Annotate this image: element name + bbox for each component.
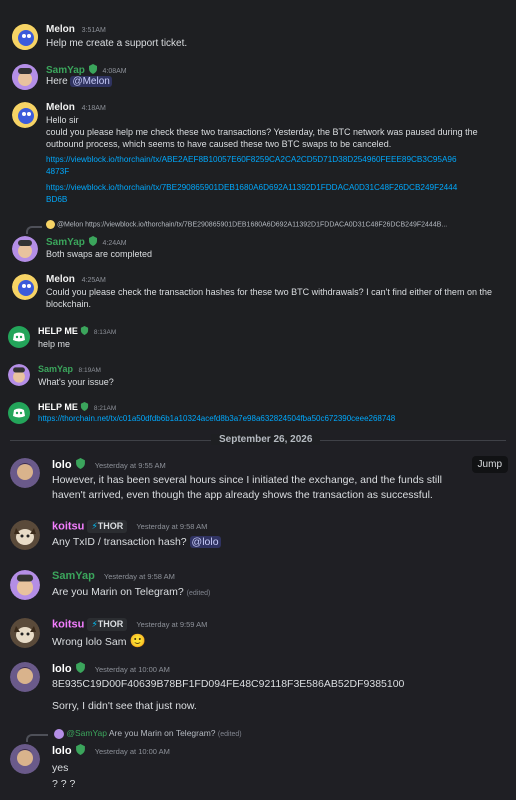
reply-text[interactable]: @Melon https://viewblock.io/thorchain/tx… xyxy=(57,221,447,228)
timestamp: Yesterday at 10:00 AM xyxy=(94,746,170,756)
username[interactable]: SamYap xyxy=(38,364,73,374)
message-text: What's your issue? xyxy=(38,377,114,387)
message-line: outbound process, which seems to have ca… xyxy=(46,139,392,149)
avatar-melon[interactable] xyxy=(12,274,38,300)
tx-link-1-part-1[interactable]: https://viewblock.io/thorchain/tx/ABE2AE… xyxy=(46,154,506,166)
avatar-helpme-discord-icon[interactable] xyxy=(8,402,30,424)
chat-panel-top: Melon 3:51AM Help me create a support ti… xyxy=(0,0,516,318)
reply-preview[interactable]: @SamYap Are you Marin on Telegram? (edit… xyxy=(54,728,242,739)
username[interactable]: SamYap xyxy=(46,65,85,76)
badge-label: THOR xyxy=(97,619,124,629)
slight-smile-emoji-icon: 🙂 xyxy=(129,633,146,648)
message-text: Any TxID / transaction hash? xyxy=(52,536,190,548)
reply-preview[interactable]: @Melon https://viewblock.io/thorchain/tx… xyxy=(46,220,447,229)
avatar-samyap[interactable] xyxy=(12,236,38,262)
verified-shield-icon xyxy=(80,326,89,337)
username[interactable]: Melon xyxy=(46,274,75,285)
username[interactable]: koitsu xyxy=(52,520,84,532)
username[interactable]: SamYap xyxy=(52,570,95,582)
avatar-koitsu[interactable] xyxy=(10,618,40,648)
username[interactable]: lolo xyxy=(52,663,72,675)
message-text: help me xyxy=(38,339,71,349)
username[interactable]: koitsu xyxy=(52,618,84,630)
message-line: yes xyxy=(52,762,69,774)
timestamp: Yesterday at 9:55 AM xyxy=(94,460,166,470)
mention-lolo[interactable]: @lolo xyxy=(189,536,221,548)
message-text: Help me create a support ticket. xyxy=(46,38,188,49)
thor-role-badge: ⚡THOR xyxy=(87,618,128,631)
avatar-samyap[interactable] xyxy=(8,364,30,386)
chat-panel-bottom: September 26, 2026 Jump lolo Yesterday a… xyxy=(0,430,516,800)
timestamp: Yesterday at 9:59 AM xyxy=(136,620,208,630)
date-divider: September 26, 2026 xyxy=(211,434,321,445)
message-text: Wrong lolo Sam xyxy=(52,636,127,648)
message-text: Here xyxy=(46,76,71,87)
avatar-lolo[interactable] xyxy=(10,744,40,774)
tx-link-2[interactable]: https://viewblock.io/thorchain/tx/7BE290… xyxy=(46,182,506,206)
tx-hash-text: 8E935C19D00F40639B78BF1FD094FE48C92118F3… xyxy=(52,678,405,690)
timestamp: 4:18AM xyxy=(81,105,106,112)
message-line: However, it has been several hours since… xyxy=(52,474,442,486)
timestamp: 4:24AM xyxy=(102,240,127,248)
username[interactable]: HELP ME xyxy=(38,326,78,336)
message-line: Could you please check the transaction h… xyxy=(46,287,492,297)
reply-edited-marker: (edited) xyxy=(217,731,242,738)
username[interactable]: lolo xyxy=(52,459,72,471)
timestamp: 8:13AM xyxy=(93,329,117,336)
timestamp: 3:51AM xyxy=(81,27,106,34)
username[interactable]: lolo xyxy=(52,745,72,757)
mention-melon[interactable]: @Melon xyxy=(70,76,112,87)
message-line: could you please help me check these two… xyxy=(46,127,478,137)
message-text: Sorry, I didn't see that just now. xyxy=(52,700,197,712)
verified-shield-icon xyxy=(75,662,86,676)
avatar-koitsu[interactable] xyxy=(10,520,40,550)
message-line: Hello sir xyxy=(46,115,79,125)
timestamp: 4:25AM xyxy=(81,277,106,284)
avatar-samyap[interactable] xyxy=(12,64,38,90)
message-text: Both swaps are completed xyxy=(46,249,153,259)
avatar-lolo[interactable] xyxy=(10,458,40,488)
tx-link-2-part-1[interactable]: https://viewblock.io/thorchain/tx/7BE290… xyxy=(46,182,506,194)
jump-button[interactable]: Jump xyxy=(471,456,508,473)
tx-link-2-part-2[interactable]: BD6B xyxy=(46,194,506,206)
reply-avatar-icon xyxy=(54,728,64,739)
message-line: haven't arrived, even though the app alr… xyxy=(52,489,433,501)
message-line: ? ? ? xyxy=(52,778,76,790)
verified-shield-icon xyxy=(75,744,86,758)
timestamp: 8:21AM xyxy=(93,405,117,412)
reply-user[interactable]: @SamYap xyxy=(66,728,107,738)
username[interactable]: SamYap xyxy=(46,237,85,248)
timestamp: Yesterday at 9:58 AM xyxy=(136,522,208,532)
message-text: Are you Marin on Telegram? xyxy=(52,586,184,598)
tx-link-thorchain[interactable]: https://thorchain.net/tx/c01a50dfdb6b1a1… xyxy=(38,414,395,423)
username[interactable]: HELP ME xyxy=(38,402,78,412)
edited-marker: (edited) xyxy=(186,590,211,597)
verified-shield-icon xyxy=(75,458,86,472)
reply-text[interactable]: Are you Marin on Telegram? xyxy=(109,728,216,738)
chat-panel-middle: HELP ME 8:13AM help me SamYap 8:19AM Wha… xyxy=(0,318,516,430)
avatar-helpme-discord-icon[interactable] xyxy=(8,326,30,348)
timestamp: Yesterday at 10:00 AM xyxy=(94,664,170,674)
avatar-melon[interactable] xyxy=(12,24,38,50)
timestamp: Yesterday at 9:58 AM xyxy=(103,572,175,581)
username[interactable]: Melon xyxy=(46,24,75,35)
avatar-melon[interactable] xyxy=(12,102,38,128)
avatar-samyap[interactable] xyxy=(10,570,40,600)
thor-role-badge: ⚡THOR xyxy=(87,520,128,533)
verified-shield-icon xyxy=(88,236,98,249)
timestamp: 8:19AM xyxy=(78,367,101,374)
message-line: blockchain. xyxy=(46,299,92,309)
reply-connector xyxy=(26,734,48,742)
verified-shield-icon xyxy=(80,402,89,413)
reply-connector xyxy=(26,226,42,234)
tx-link-1[interactable]: https://viewblock.io/thorchain/tx/ABE2AE… xyxy=(46,154,506,178)
timestamp: 4:08AM xyxy=(102,68,127,76)
tx-link-1-part-2[interactable]: 4873F xyxy=(46,166,506,178)
username[interactable]: Melon xyxy=(46,102,75,113)
badge-label: THOR xyxy=(97,521,124,531)
reply-avatar-icon xyxy=(46,220,55,229)
avatar-lolo[interactable] xyxy=(10,662,40,692)
